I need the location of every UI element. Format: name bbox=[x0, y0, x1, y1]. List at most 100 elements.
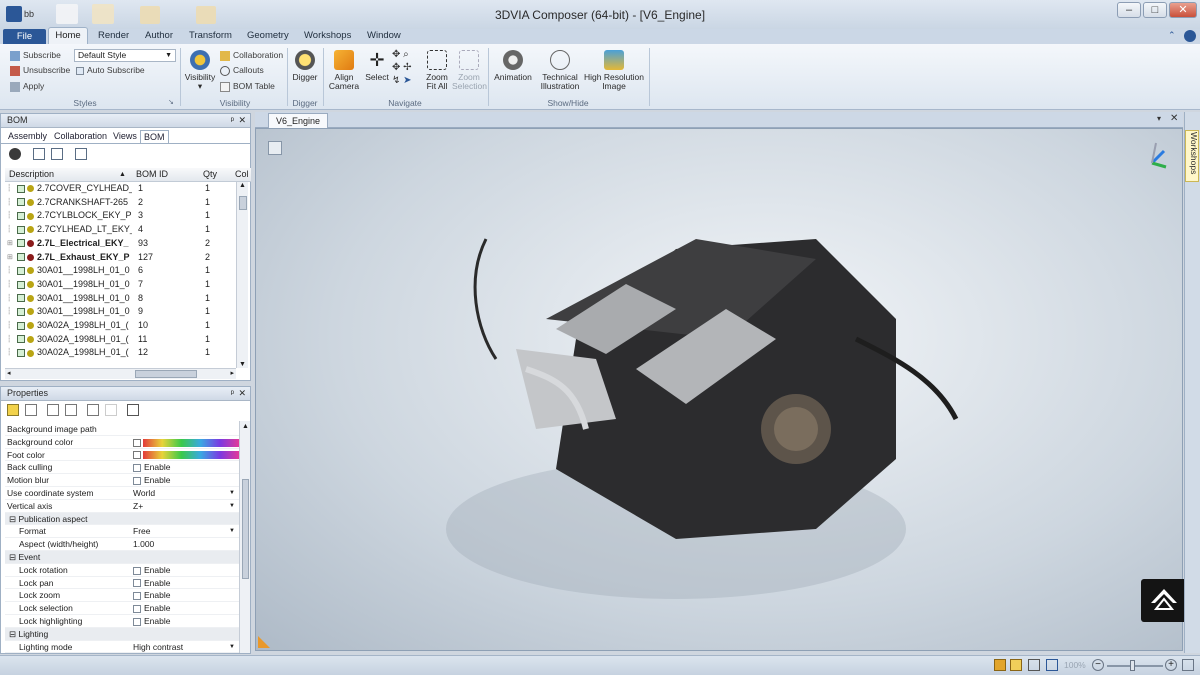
visibility-checkbox-icon[interactable] bbox=[17, 184, 25, 193]
property-value[interactable]: Enable bbox=[133, 577, 170, 589]
property-checkbox-icon[interactable] bbox=[133, 604, 141, 613]
align-camera-button[interactable]: Align Camera bbox=[326, 50, 362, 91]
color-gradient-bar[interactable] bbox=[143, 451, 239, 460]
visibility-checkbox-icon[interactable] bbox=[17, 225, 25, 234]
bom-horizontal-scrollbar[interactable]: ◂ ▸ bbox=[5, 368, 236, 379]
visibility-checkbox-icon[interactable] bbox=[17, 280, 25, 289]
zoom-selection-button[interactable]: Zoom Selection bbox=[452, 50, 487, 91]
bom-table-row[interactable]: ┆ 30A01__1998LH_01_0 6 1 bbox=[5, 264, 239, 278]
property-row[interactable]: Format Free ▼ bbox=[5, 525, 239, 539]
orientation-triad[interactable] bbox=[1146, 139, 1170, 169]
unsubscribe-button[interactable]: Unsubscribe bbox=[10, 65, 70, 76]
scroll-thumb[interactable] bbox=[242, 479, 249, 579]
property-row[interactable]: Lock rotation Enable bbox=[5, 564, 239, 577]
property-checkbox-icon[interactable] bbox=[133, 579, 141, 588]
property-row[interactable]: Lock zoom Enable bbox=[5, 589, 239, 603]
dropdown-arrow-icon[interactable]: ▼ bbox=[229, 500, 235, 512]
property-checkbox-icon[interactable] bbox=[133, 476, 141, 485]
property-value[interactable]: Free ▼ bbox=[133, 525, 235, 537]
technical-illustration-button[interactable]: Technical Illustration bbox=[537, 50, 583, 91]
alphabetical-icon[interactable] bbox=[25, 404, 38, 417]
bom-vertical-scrollbar[interactable]: ▲ ▼ bbox=[236, 182, 248, 368]
bom-table-row[interactable]: ┆ 30A01__1998LH_01_0 9 1 bbox=[5, 305, 239, 319]
color-swatch-icon[interactable] bbox=[133, 438, 141, 447]
doc-tab-close-icon[interactable]: ✕ bbox=[1170, 113, 1178, 124]
auto-subscribe-checkbox[interactable]: Auto Subscribe bbox=[76, 65, 145, 75]
bom-table-row[interactable]: ┆ 30A02A_1998LH_01_(12 1 bbox=[5, 346, 239, 360]
property-value[interactable]: High contrast ▼ bbox=[133, 641, 235, 653]
collaboration-button[interactable]: Collaboration bbox=[220, 50, 283, 61]
help-icon[interactable] bbox=[1184, 30, 1196, 42]
property-row[interactable]: Lock selection Enable bbox=[5, 602, 239, 615]
property-row[interactable]: Aspect (width/height) 1.000 bbox=[5, 538, 239, 551]
expand-icon[interactable]: ⊞ bbox=[7, 237, 13, 250]
zoom-out-icon[interactable]: − bbox=[1092, 659, 1104, 671]
bom-table-row[interactable]: ⊞ 2.7L_Exhaust_EKY_P 127 2 bbox=[5, 251, 239, 265]
high-res-image-button[interactable]: High Resolution Image bbox=[584, 50, 644, 91]
property-value[interactable]: Enable bbox=[133, 461, 170, 473]
bom-table-row[interactable]: ┆ 2.7CYLBLOCK_EKY_Pr 3 1 bbox=[5, 209, 239, 223]
property-value[interactable]: Enable bbox=[133, 564, 170, 576]
animation-button[interactable]: Animation bbox=[491, 50, 535, 82]
bom-list-icon[interactable] bbox=[33, 148, 46, 161]
minimize-button[interactable]: – bbox=[1117, 2, 1141, 18]
rotate-icon[interactable]: ✥ ⌕ bbox=[392, 48, 420, 61]
property-row[interactable]: Back culling Enable bbox=[5, 461, 239, 475]
visibility-button[interactable]: Visibility ▾ bbox=[184, 50, 216, 91]
zoom-slider-track[interactable] bbox=[1107, 665, 1163, 667]
color-gradient-bar[interactable] bbox=[143, 438, 239, 447]
property-category[interactable]: ⊟ Event bbox=[5, 551, 239, 564]
redo-icon[interactable] bbox=[65, 404, 78, 417]
h-scroll-thumb[interactable] bbox=[135, 370, 197, 378]
property-row[interactable]: Use coordinate system World ▼ bbox=[5, 487, 239, 500]
pin-icon[interactable]: ᵖ bbox=[231, 387, 234, 400]
scroll-up-icon[interactable]: ▲ bbox=[239, 182, 246, 189]
property-row[interactable]: Vertical axis Z+ ▼ bbox=[5, 500, 239, 513]
property-value[interactable] bbox=[133, 449, 239, 461]
3d-viewport[interactable] bbox=[255, 128, 1183, 651]
zoom-in-icon[interactable]: + bbox=[1165, 659, 1177, 671]
properties-vertical-scrollbar[interactable]: ▲ bbox=[239, 421, 250, 653]
callouts-button[interactable]: Callouts bbox=[220, 65, 264, 76]
select-button[interactable]: ✛ Select bbox=[365, 50, 389, 82]
zoom-fit-all-button[interactable]: Zoom Fit All bbox=[423, 50, 451, 91]
property-checkbox-icon[interactable] bbox=[133, 617, 141, 626]
visibility-checkbox-icon[interactable] bbox=[17, 198, 25, 207]
scroll-down-icon[interactable]: ▼ bbox=[239, 361, 246, 368]
undo-icon[interactable] bbox=[47, 404, 60, 417]
col-description[interactable]: Description bbox=[9, 168, 54, 181]
status-tool2-icon[interactable] bbox=[1010, 659, 1022, 671]
bom-table-row[interactable]: ⊞ 2.7L_Electrical_EKY_ 93 2 bbox=[5, 237, 239, 251]
col-qty[interactable]: Qty bbox=[203, 168, 217, 181]
status-grid-icon[interactable] bbox=[1028, 659, 1040, 671]
property-category[interactable]: ⊟ Lighting bbox=[5, 627, 239, 641]
status-tool1-icon[interactable] bbox=[994, 659, 1006, 671]
dropdown-arrow-icon[interactable]: ▼ bbox=[229, 641, 235, 653]
doc-tab-menu-icon[interactable]: ▾ bbox=[1157, 114, 1161, 123]
property-category[interactable]: ⊟ Publication aspect bbox=[5, 512, 239, 526]
tab-geometry[interactable]: Geometry bbox=[239, 29, 297, 44]
styles-dialog-launcher-icon[interactable]: ↘ bbox=[168, 98, 176, 106]
visibility-checkbox-icon[interactable] bbox=[17, 349, 25, 358]
tab-render[interactable]: Render bbox=[90, 29, 137, 44]
tab-views[interactable]: Views bbox=[110, 130, 140, 143]
maximize-button[interactable]: □ bbox=[1143, 2, 1167, 18]
bom-table-row[interactable]: ┆ 30A02A_1998LH_01_(11 1 bbox=[5, 333, 239, 347]
col-bom-id[interactable]: BOM ID bbox=[136, 168, 168, 181]
dropdown-arrow-icon[interactable]: ▼ bbox=[229, 487, 235, 499]
tab-author[interactable]: Author bbox=[137, 29, 181, 44]
visibility-checkbox-icon[interactable] bbox=[17, 253, 25, 262]
digger-button[interactable]: Digger bbox=[290, 50, 320, 82]
property-value[interactable]: World ▼ bbox=[133, 487, 235, 499]
property-value[interactable]: 1.000 bbox=[133, 538, 154, 550]
property-row[interactable]: Motion blur Enable bbox=[5, 474, 239, 487]
tab-transform[interactable]: Transform bbox=[181, 29, 240, 44]
property-checkbox-icon[interactable] bbox=[133, 592, 141, 601]
status-fit-icon[interactable] bbox=[1046, 659, 1058, 671]
tab-collaboration[interactable]: Collaboration bbox=[51, 130, 110, 143]
visibility-checkbox-icon[interactable] bbox=[17, 266, 25, 275]
tab-assembly[interactable]: Assembly bbox=[5, 130, 50, 143]
bom-table-row[interactable]: ┆ 2.7CYLHEAD_LT_EKY_ 4 1 bbox=[5, 223, 239, 237]
visibility-checkbox-icon[interactable] bbox=[17, 335, 25, 344]
property-row[interactable]: Background image path bbox=[5, 423, 239, 436]
